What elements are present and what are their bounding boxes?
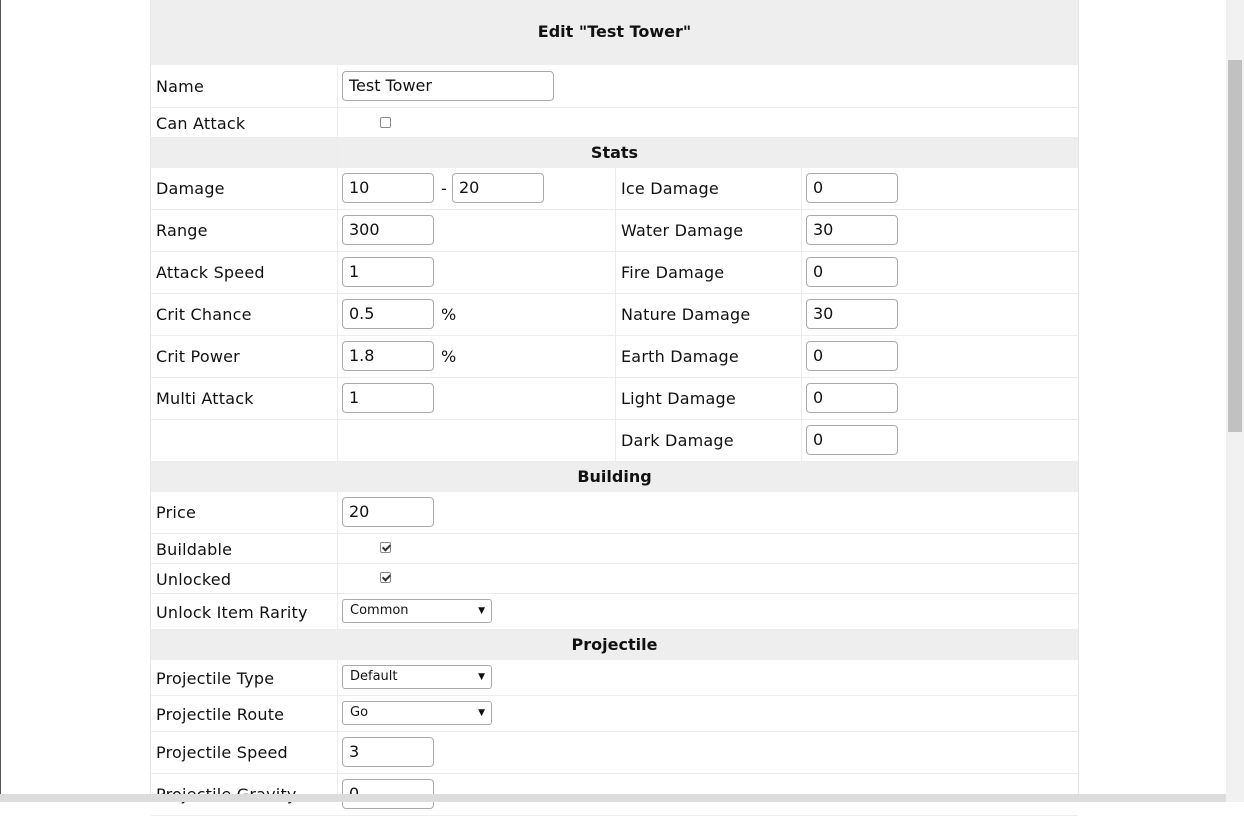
chevron-down-icon: ▼ [478, 708, 485, 718]
light-damage-label: Light Damage [621, 389, 736, 408]
fire-damage-label: Fire Damage [621, 263, 725, 282]
row-buildable: Buildable [151, 534, 1078, 564]
crit-chance-label: Crit Chance [156, 305, 252, 324]
section-stats-header: Stats [151, 138, 1078, 168]
crit-chance-unit: % [441, 305, 457, 324]
row-can-attack: Can Attack [151, 108, 1078, 138]
row-earth-damage: Earth Damage 0 [615, 336, 1078, 378]
row-price: Price 20 [151, 492, 1078, 534]
light-damage-input[interactable]: 0 [806, 383, 898, 413]
projectile-route-select[interactable]: Go ▼ [342, 701, 492, 725]
row-projectile-route: Projectile Route Go ▼ [151, 696, 1078, 732]
row-light-damage: Light Damage 0 [615, 378, 1078, 420]
earth-damage-input[interactable]: 0 [806, 341, 898, 371]
buildable-checkbox[interactable] [380, 542, 391, 553]
earth-damage-label: Earth Damage [621, 347, 739, 366]
row-unlock-item-rarity: Unlock Item Rarity Common ▼ [151, 594, 1078, 630]
page-title: Edit "Test Tower" [151, 0, 1078, 65]
row-unlocked: Unlocked [151, 564, 1078, 594]
ice-damage-label: Ice Damage [621, 179, 719, 198]
projectile-type-label: Projectile Type [156, 669, 275, 688]
damage-range-separator: - [441, 179, 447, 198]
damage-label: Damage [156, 179, 225, 198]
multi-attack-input[interactable]: 1 [342, 383, 434, 413]
attack-speed-input[interactable]: 1 [342, 257, 434, 287]
name-input[interactable]: Test Tower [342, 71, 554, 101]
row-crit-chance: Crit Chance 0.5 % [151, 294, 615, 336]
fire-damage-input[interactable]: 0 [806, 257, 898, 287]
water-damage-label: Water Damage [621, 221, 744, 240]
projectile-route-selected: Go [350, 705, 369, 720]
crit-power-input[interactable]: 1.8 [342, 341, 434, 371]
row-fire-damage: Fire Damage 0 [615, 252, 1078, 294]
horizontal-scrollbar[interactable] [0, 794, 1226, 802]
range-label: Range [156, 221, 208, 240]
nature-damage-input[interactable]: 30 [806, 299, 898, 329]
chevron-down-icon: ▼ [478, 606, 485, 616]
dark-damage-input[interactable]: 0 [806, 425, 898, 455]
buildable-label: Buildable [156, 540, 233, 559]
range-input[interactable]: 300 [342, 215, 434, 245]
row-range: Range 300 [151, 210, 615, 252]
projectile-speed-label: Projectile Speed [156, 743, 288, 762]
attack-speed-label: Attack Speed [156, 263, 265, 282]
crit-power-unit: % [441, 347, 457, 366]
vertical-scrollbar[interactable] [1226, 0, 1244, 802]
row-multi-attack: Multi Attack 1 [151, 378, 615, 420]
window-left-edge [0, 0, 1, 802]
name-label: Name [156, 77, 205, 96]
crit-chance-input[interactable]: 0.5 [342, 299, 434, 329]
row-damage: Damage 10 - 20 [151, 168, 615, 210]
row-projectile-speed: Projectile Speed 3 [151, 732, 1078, 774]
dark-damage-label: Dark Damage [621, 431, 734, 450]
damage-max-input[interactable]: 20 [452, 173, 544, 203]
ice-damage-input[interactable]: 0 [806, 173, 898, 203]
row-projectile-type: Projectile Type Default ▼ [151, 660, 1078, 696]
unlocked-checkbox[interactable] [380, 572, 391, 583]
chevron-down-icon: ▼ [478, 672, 485, 682]
can-attack-checkbox[interactable] [380, 117, 391, 128]
crit-power-label: Crit Power [156, 347, 240, 366]
water-damage-input[interactable]: 30 [806, 215, 898, 245]
row-crit-power: Crit Power 1.8 % [151, 336, 615, 378]
unlock-rarity-select[interactable]: Common ▼ [342, 599, 492, 623]
scrollbar-thumb[interactable] [1228, 60, 1242, 432]
projectile-speed-input[interactable]: 3 [342, 737, 434, 767]
row-water-damage: Water Damage 30 [615, 210, 1078, 252]
row-dark-damage: Dark Damage 0 [615, 420, 1078, 462]
edit-tower-form: Edit "Test Tower" Name Test Tower Can At… [150, 0, 1079, 816]
projectile-type-selected: Default [350, 669, 398, 684]
projectile-type-select[interactable]: Default ▼ [342, 665, 492, 689]
multi-attack-label: Multi Attack [156, 389, 254, 408]
projectile-route-label: Projectile Route [156, 705, 285, 724]
row-ice-damage: Ice Damage 0 [615, 168, 1078, 210]
row-attack-speed: Attack Speed 1 [151, 252, 615, 294]
can-attack-label: Can Attack [156, 114, 246, 133]
row-name: Name Test Tower [151, 66, 1078, 108]
row-empty [151, 420, 615, 462]
unlock-rarity-selected: Common [350, 603, 409, 618]
price-label: Price [156, 503, 197, 522]
section-projectile-header: Projectile [151, 630, 1078, 660]
section-building-header: Building [151, 462, 1078, 492]
price-input[interactable]: 20 [342, 497, 434, 527]
damage-min-input[interactable]: 10 [342, 173, 434, 203]
row-nature-damage: Nature Damage 30 [615, 294, 1078, 336]
unlocked-label: Unlocked [156, 570, 232, 589]
unlock-rarity-label: Unlock Item Rarity [156, 603, 308, 622]
nature-damage-label: Nature Damage [621, 305, 751, 324]
